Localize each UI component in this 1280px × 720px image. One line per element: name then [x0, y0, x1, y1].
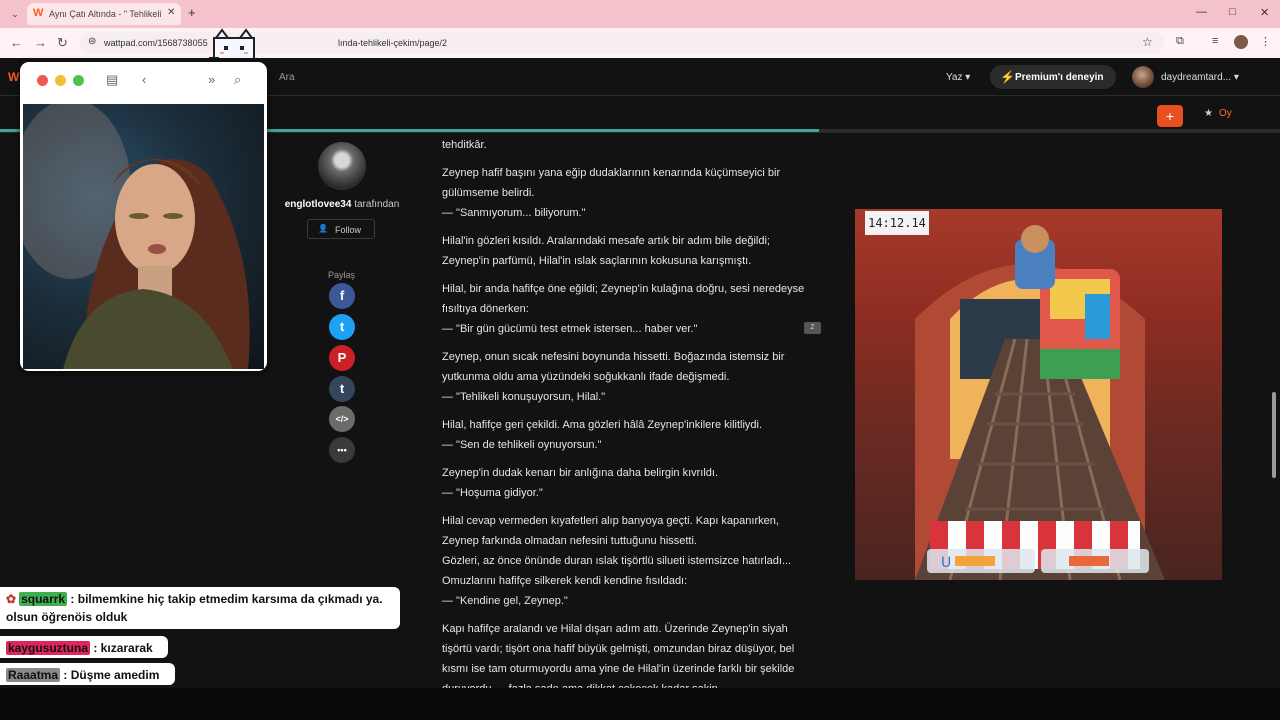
author-byline: englotlovee34 tarafından — [284, 199, 400, 210]
url-text-end: lında-tehlikeli-çekim/page/2 — [338, 38, 448, 48]
embed-icon[interactable]: </> — [329, 406, 355, 432]
facebook-icon[interactable]: f — [329, 283, 355, 309]
wattpad-favicon-icon: W — [33, 7, 44, 19]
forward-icon[interactable]: → — [34, 35, 47, 50]
webcam-window: ▤ ‹ » ⌕ — [20, 62, 267, 371]
follow-label: Follow — [335, 225, 362, 235]
extensions-icon[interactable]: ⧉ — [1176, 35, 1184, 48]
profile-avatar[interactable] — [1234, 35, 1248, 49]
new-tab-button[interactable]: + — [188, 5, 196, 20]
maximize-icon[interactable]: □ — [1229, 6, 1236, 18]
site-info-icon[interactable]: ⊜ — [88, 36, 96, 47]
star-icon: ★ — [1204, 108, 1213, 119]
chat-message: ✿ squarrk : bilmemkine hiç takip etmedim … — [0, 587, 400, 629]
sidebar-toggle-icon[interactable]: ▤ — [106, 72, 118, 88]
chat-badge-icon: ✿ — [6, 592, 17, 606]
twitter-icon[interactable]: t — [329, 314, 355, 340]
more-chevron-icon[interactable]: » — [208, 72, 215, 87]
bottom-bar — [0, 688, 1280, 720]
chat-text: : kızararak — [90, 641, 153, 655]
url-text: wattpad.com/1568738055 — [104, 38, 208, 48]
chat-text: : Düşme amedim — [60, 668, 160, 682]
add-user-icon: 👤 — [318, 224, 328, 233]
vote-button[interactable]: ★ Oy — [1204, 108, 1232, 119]
more-icon[interactable]: ••• — [329, 437, 355, 463]
streamer-silhouette — [23, 104, 250, 369]
media-icon[interactable]: ≡ — [1212, 35, 1218, 47]
author-by-suffix: tarafından — [351, 199, 400, 210]
tab-close-icon[interactable]: ✕ — [167, 7, 175, 18]
reload-icon[interactable]: ↻ — [57, 35, 68, 51]
maximize-dot[interactable] — [73, 75, 84, 86]
user-avatar[interactable] — [1132, 66, 1154, 88]
add-to-list-button[interactable]: + — [1157, 105, 1183, 127]
story-paragraph: Hilal'in gözleri kısıldı. Aralarındaki m… — [442, 235, 770, 267]
share-label: Paylaş — [328, 270, 356, 280]
author-username[interactable]: englotlovee34 — [285, 199, 352, 210]
game-overlay: U 14:12.14 — [855, 209, 1222, 580]
vote-label: Oy — [1218, 108, 1232, 119]
tab-title: Aynı Çatı Altında - " Tehlikeli Çe — [49, 9, 161, 19]
chat-username[interactable]: squarrk — [19, 592, 68, 606]
chat-username[interactable]: Raaatma — [6, 668, 61, 682]
minimize-dot[interactable] — [55, 75, 66, 86]
scrollbar-thumb[interactable] — [1272, 392, 1276, 478]
browser-tab[interactable]: W Aynı Çatı Altında - " Tehlikeli Çe ✕ — [27, 3, 181, 25]
story-paragraph: Hilal, bir anda hafifçe öne eğildi; Zeyn… — [442, 283, 805, 335]
story-paragraph: Zeynep, onun sıcak nefesini boynunda his… — [442, 351, 785, 403]
inline-comment-badge[interactable]: 2 — [804, 322, 821, 334]
search-label[interactable]: Ara — [279, 72, 295, 83]
back-chevron-icon[interactable]: ‹ — [142, 72, 146, 87]
back-icon[interactable]: ← — [10, 35, 23, 50]
svg-text:U: U — [941, 555, 951, 571]
lightning-icon: ⚡ — [1000, 70, 1015, 84]
address-bar-row: ← → ↻ ⊜ wattpad.com/1568738055 lında-teh… — [0, 28, 1280, 58]
tab-search-icon[interactable]: ⌄ — [7, 6, 23, 22]
pinterest-icon[interactable]: P — [329, 345, 355, 371]
webcam-feed — [23, 104, 264, 369]
story-paragraph: Zeynep hafif başını yana eğip dudakların… — [442, 167, 781, 219]
search-icon[interactable]: ⌕ — [234, 72, 241, 88]
story-paragraph: Zeynep'in dudak kenarı bir anlığına daha… — [442, 467, 719, 499]
game-scene: U — [915, 225, 1165, 580]
minimize-icon[interactable]: — — [1196, 6, 1207, 18]
chat-message: Raaatma : Düşme amedim — [0, 663, 175, 685]
browser-menu-icon[interactable]: ⋮ — [1260, 35, 1271, 48]
tumblr-icon[interactable]: t — [329, 376, 355, 402]
game-timer: 14:12.14 — [865, 211, 929, 235]
follow-button[interactable]: 👤 Follow — [307, 219, 375, 239]
chat-message: kaygusuztuna : kızararak — [0, 636, 168, 658]
story-paragraph: Hilal cevap vermeden kıyafetleri alıp ba… — [442, 515, 792, 607]
close-dot[interactable] — [37, 75, 48, 86]
write-menu[interactable]: Yaz ▾ — [946, 72, 970, 83]
close-window-icon[interactable]: ✕ — [1260, 6, 1269, 19]
chat-username[interactable]: kaygusuztuna — [6, 641, 91, 655]
story-text: tehditkâr. Zeynep hafif başını yana eğip … — [442, 135, 814, 707]
author-avatar[interactable] — [318, 142, 366, 190]
browser-tab-bar: ⌄ W Aynı Çatı Altında - " Tehlikeli Çe ✕… — [0, 0, 1280, 28]
story-paragraph: Kapı hafifçe aralandı ve Hilal dışarı ad… — [442, 623, 795, 695]
premium-button[interactable]: ⚡ Premium'ı deneyin — [990, 65, 1116, 89]
premium-label: Premium'ı deneyin — [1015, 72, 1104, 83]
wattpad-logo[interactable]: W — [8, 70, 19, 84]
story-paragraph: Hilal, hafifçe geri çekildi. Ama gözleri… — [442, 419, 763, 451]
user-menu[interactable]: daydreamtard... ▾ — [1161, 72, 1239, 83]
story-paragraph: tehditkâr. — [442, 139, 487, 151]
bookmark-star-icon[interactable]: ☆ — [1142, 35, 1153, 49]
